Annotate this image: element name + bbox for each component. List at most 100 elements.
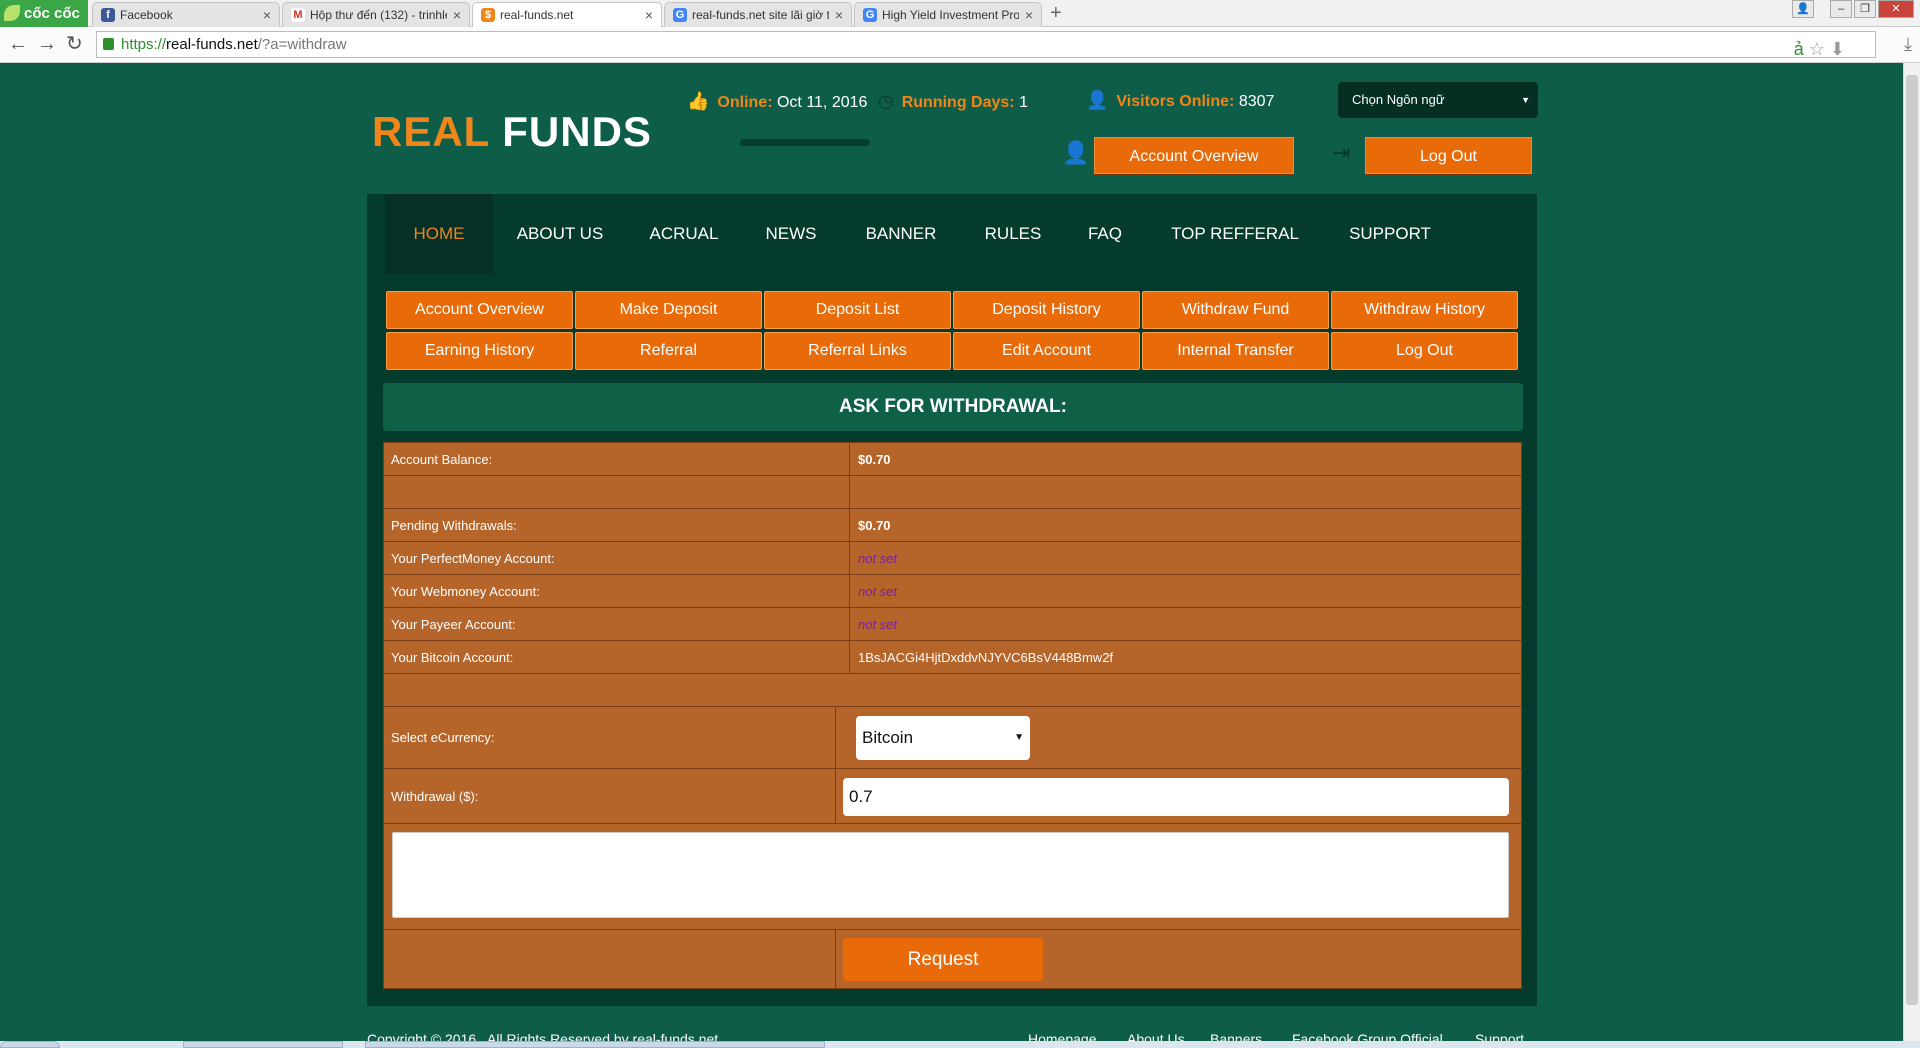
nav-acrual[interactable]: ACRUAL (632, 194, 736, 274)
save-icon[interactable]: ⬇ (1830, 39, 1845, 59)
tab-search-2[interactable]: G High Yield Investment Prog × (854, 2, 1042, 27)
thumbs-up-icon: 👍 (687, 91, 710, 111)
ecurrency-select[interactable]: Bitcoin ▼ (856, 716, 1030, 760)
row-label: Your Payeer Account: (391, 616, 516, 632)
search-engine-icon: G (673, 8, 687, 22)
perfectmoney-value: not set (849, 542, 897, 574)
amount-row: Withdrawal ($): 0.7 (384, 769, 1521, 824)
subnav-referral[interactable]: Referral (575, 332, 762, 370)
nav-home[interactable]: HOME (385, 194, 493, 274)
taskbar-item[interactable] (365, 1041, 825, 1048)
tab-search-1[interactable]: G real-funds.net site lãi giờ tr × (664, 2, 852, 27)
visitors-stat: 👤 Visitors Online: 8307 (1086, 90, 1275, 110)
scrollbar-thumb[interactable] (1906, 75, 1918, 1005)
subnav-referral-links[interactable]: Referral Links (764, 332, 951, 370)
page-scrollbar[interactable] (1903, 63, 1920, 1048)
translate-icon[interactable]: ả (1794, 39, 1804, 59)
facebook-icon: f (101, 8, 115, 22)
taskbar-item[interactable] (183, 1041, 343, 1048)
url-input[interactable]: https://real-funds.net/?a=withdraw ả ☆ ⬇ (96, 31, 1876, 59)
url-scheme: https:// (121, 36, 167, 53)
url-host: real-funds.net (166, 36, 258, 53)
download-icon[interactable]: ⤓ (1904, 34, 1912, 55)
table-row: Pending Withdrawals: $0.70 (384, 509, 1521, 542)
search-engine-icon: G (863, 8, 877, 22)
coccoc-leaf-icon (4, 5, 20, 21)
forward-icon[interactable]: → (37, 33, 57, 55)
row-label: Account Balance: (391, 451, 493, 467)
user-icon: 👤 (1062, 140, 1090, 165)
site-logo[interactable]: REAL FUNDS (372, 108, 652, 156)
start-button[interactable] (0, 1041, 60, 1048)
nav-support[interactable]: SUPPORT (1330, 194, 1450, 274)
currency-label: Select eCurrency: (391, 730, 495, 745)
row-label: Your PerfectMoney Account: (391, 550, 555, 566)
subnav-earning-history[interactable]: Earning History (386, 332, 573, 370)
main-container: HOME ABOUT US ACRUAL NEWS BANNER RULES F… (367, 194, 1537, 1006)
tab-gmail[interactable]: M Hộp thư đến (132) - trinhle × (282, 2, 470, 27)
nav-top-refferal[interactable]: TOP REFFERAL (1150, 194, 1320, 274)
account-balance-value: $0.70 (849, 443, 891, 475)
reload-icon[interactable]: ↻ (66, 33, 83, 55)
online-stat: 👍 Online: Oct 11, 2016 (687, 91, 868, 111)
subnav-deposit-history[interactable]: Deposit History (953, 291, 1140, 329)
nav-faq[interactable]: FAQ (1070, 194, 1140, 274)
close-icon[interactable]: × (645, 3, 653, 27)
tab-title: Facebook (120, 8, 173, 22)
subnav-internal-transfer[interactable]: Internal Transfer (1142, 332, 1329, 370)
tab-facebook[interactable]: f Facebook × (92, 2, 280, 27)
table-row: Your PerfectMoney Account: not set (384, 542, 1521, 575)
nav-about-us[interactable]: ABOUT US (498, 194, 622, 274)
user-icon[interactable]: 👤 (1792, 0, 1814, 18)
table-row: Account Balance: $0.70 (384, 443, 1521, 476)
withdrawal-title: ASK FOR WITHDRAWAL: (383, 383, 1523, 431)
table-row: Your Payeer Account: not set (384, 608, 1521, 641)
payeer-value: not set (849, 608, 897, 640)
back-icon[interactable]: ← (8, 33, 28, 55)
account-overview-button[interactable]: Account Overview (1094, 137, 1294, 174)
nav-banner[interactable]: BANNER (847, 194, 955, 274)
subnav-withdraw-history[interactable]: Withdraw History (1331, 291, 1518, 329)
close-icon[interactable]: × (263, 3, 271, 27)
bookmark-star-icon[interactable]: ☆ (1809, 39, 1825, 59)
logout-button[interactable]: Log Out (1365, 137, 1532, 174)
os-taskbar (0, 1041, 1920, 1048)
table-row: Your Webmoney Account: not set (384, 575, 1521, 608)
table-row: Your Bitcoin Account: 1BsJACGi4HjtDxddvN… (384, 641, 1521, 674)
lock-icon (103, 38, 114, 50)
row-label: Your Bitcoin Account: (391, 649, 514, 665)
comment-row (384, 824, 1521, 930)
bitcoin-account-value: 1BsJACGi4HjtDxddvNJYVC6BsV448Bmw2f (849, 641, 1113, 673)
subnav-make-deposit[interactable]: Make Deposit (575, 291, 762, 329)
main-navigation: HOME ABOUT US ACRUAL NEWS BANNER RULES F… (385, 194, 1535, 274)
close-window-icon[interactable]: ✕ (1878, 0, 1914, 18)
row-label (384, 476, 391, 508)
tab-title: real-funds.net site lãi giờ tr (692, 8, 829, 22)
minimize-icon[interactable]: – (1830, 0, 1852, 18)
submit-row: Request (384, 930, 1521, 988)
subnav-deposit-list[interactable]: Deposit List (764, 291, 951, 329)
nav-news[interactable]: NEWS (746, 194, 836, 274)
tab-real-funds[interactable]: $ real-funds.net × (472, 2, 662, 28)
logout-icon: ⇥ (1332, 140, 1351, 165)
close-icon[interactable]: × (453, 3, 461, 27)
close-icon[interactable]: × (1025, 3, 1033, 27)
row-value (849, 476, 858, 508)
request-button[interactable]: Request (843, 938, 1043, 981)
subnav-account-overview[interactable]: Account Overview (386, 291, 573, 329)
subnav-edit-account[interactable]: Edit Account (953, 332, 1140, 370)
subnav-log-out[interactable]: Log Out (1331, 332, 1518, 370)
withdrawal-amount-input[interactable]: 0.7 (843, 778, 1509, 816)
withdrawal-form: Account Balance: $0.70 Pending Withdrawa… (383, 442, 1522, 989)
restore-icon[interactable]: ❐ (1854, 0, 1876, 18)
chevron-down-icon: ▼ (1014, 732, 1024, 743)
subnav-withdraw-fund[interactable]: Withdraw Fund (1142, 291, 1329, 329)
url-path: /?a=withdraw (257, 36, 347, 53)
comment-textarea[interactable] (392, 832, 1509, 918)
nav-rules[interactable]: RULES (966, 194, 1060, 274)
language-select[interactable]: Chọn Ngôn ngữ ▼ (1338, 82, 1538, 118)
address-bar: ← → ↻ https://real-funds.net/?a=withdraw… (0, 27, 1920, 63)
browser-logo[interactable]: cốc cốc (0, 0, 88, 27)
close-icon[interactable]: × (835, 3, 843, 27)
new-tab-icon[interactable]: + (1050, 0, 1062, 26)
